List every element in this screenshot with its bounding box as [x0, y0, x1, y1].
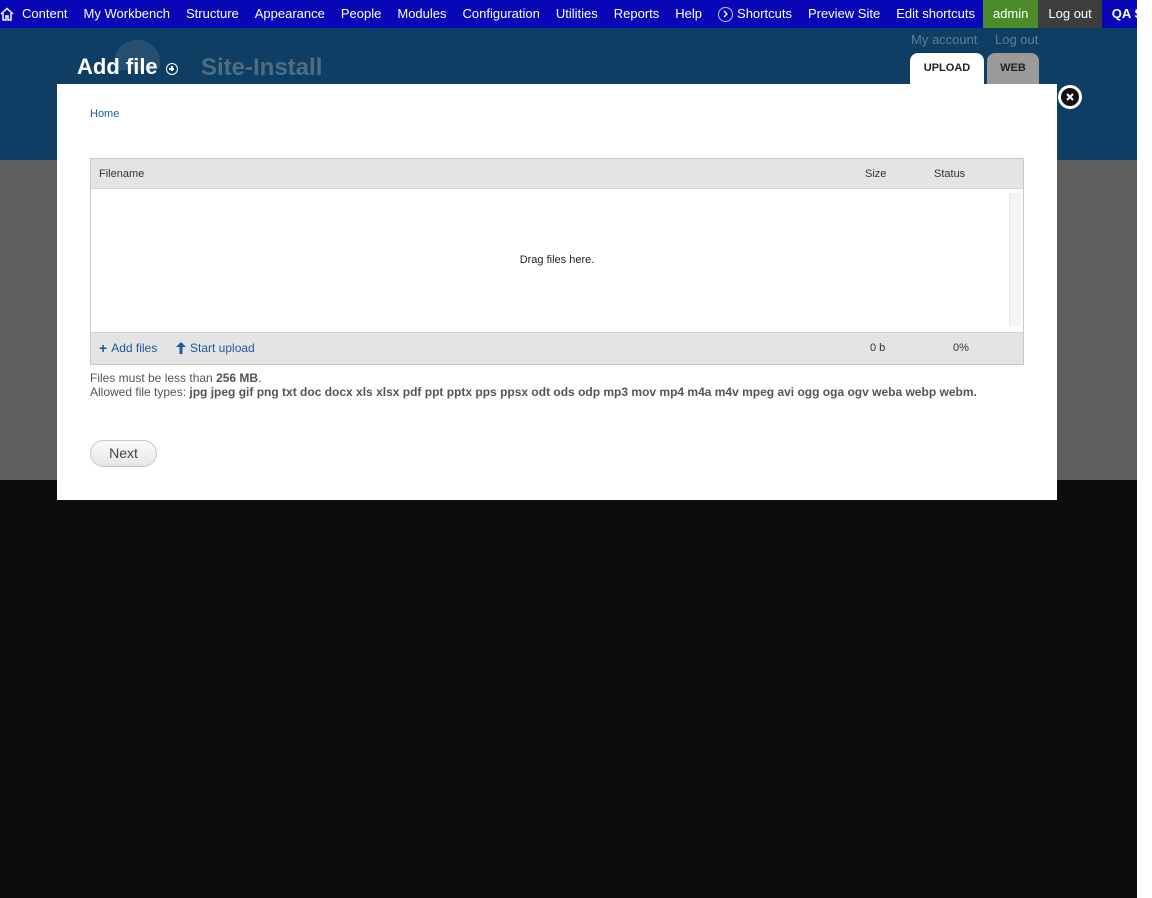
plus-icon: + — [99, 340, 108, 356]
close-icon — [1061, 88, 1079, 106]
toolbar-item-content[interactable]: Content — [14, 0, 76, 28]
uploader-footer: + Add files Start upload 0 b 0% — [91, 332, 1023, 364]
breadcrumb[interactable]: Home — [90, 108, 119, 120]
add-files-button[interactable]: + Add files — [99, 341, 157, 355]
upload-help-text: Files must be less than 256 MB. Allowed … — [90, 371, 1030, 399]
next-button[interactable]: Next — [90, 440, 157, 467]
server-label: QA SERVER — [1111, 6, 1152, 21]
add-files-label: Add files — [111, 341, 158, 355]
preview-site-link[interactable]: Preview Site — [800, 0, 888, 28]
file-list-scrollbar[interactable] — [1009, 193, 1021, 326]
add-shortcut-icon[interactable] — [166, 63, 178, 75]
arrow-up-icon — [176, 342, 186, 354]
site-name[interactable]: Site-Install — [201, 54, 322, 82]
allowed-types-text: Allowed file types: jpg jpeg gif png txt… — [90, 385, 977, 399]
total-size: 0 b — [870, 342, 886, 354]
admin-toolbar: Content My Workbench Structure Appearanc… — [0, 0, 1152, 28]
page-title: Add file — [77, 54, 158, 79]
close-dialog-button[interactable] — [1058, 85, 1082, 109]
drag-files-hint: Drag files here. — [519, 254, 595, 266]
toolbar-item-people[interactable]: People — [333, 0, 389, 28]
file-uploader: Filename Size Status Drag files here. + … — [90, 158, 1024, 365]
tab-web[interactable]: WEB — [987, 53, 1039, 84]
add-file-dialog: Home Filename Size Status Drag files her… — [57, 84, 1057, 500]
column-size: Size — [865, 168, 887, 180]
total-status: 0% — [953, 342, 969, 354]
edit-shortcuts-link[interactable]: Edit shortcuts — [888, 0, 983, 28]
size-limit-text: Files must be less than 256 MB. — [90, 371, 262, 385]
column-status: Status — [934, 168, 966, 180]
column-filename: Filename — [99, 168, 145, 180]
user-account-link[interactable]: admin — [982, 0, 1039, 28]
tab-upload[interactable]: UPLOAD — [910, 53, 984, 84]
toolbar-item-utilities[interactable]: Utilities — [548, 0, 606, 28]
chevron-right-icon — [718, 6, 734, 22]
start-upload-label: Start upload — [190, 341, 255, 355]
toolbar-item-help[interactable]: Help — [667, 0, 710, 28]
shortcuts-label: Shortcuts — [737, 6, 792, 21]
toolbar-item-structure[interactable]: Structure — [178, 0, 247, 28]
page-edge — [1137, 0, 1152, 898]
home-icon[interactable] — [0, 0, 14, 28]
toolbar-item-my-workbench[interactable]: My Workbench — [76, 0, 178, 28]
toolbar-logout-link[interactable]: Log out — [1038, 0, 1102, 28]
toolbar-item-appearance[interactable]: Appearance — [247, 0, 333, 28]
shortcuts-toggle[interactable]: Shortcuts — [710, 0, 800, 28]
my-account-link[interactable]: My account — [911, 32, 977, 47]
uploader-header: Filename Size Status — [91, 159, 1023, 189]
header-logout-link[interactable]: Log out — [995, 32, 1038, 47]
file-drop-zone[interactable]: Drag files here. — [91, 189, 1023, 332]
start-upload-button[interactable]: Start upload — [176, 341, 255, 355]
allowed-types-list: jpg jpeg gif png txt doc docx xls xlsx p… — [189, 385, 977, 399]
toolbar-item-configuration[interactable]: Configuration — [455, 0, 548, 28]
size-limit-value: 256 MB — [216, 371, 259, 385]
toolbar-item-modules[interactable]: Modules — [389, 0, 454, 28]
toolbar-item-reports[interactable]: Reports — [606, 0, 668, 28]
